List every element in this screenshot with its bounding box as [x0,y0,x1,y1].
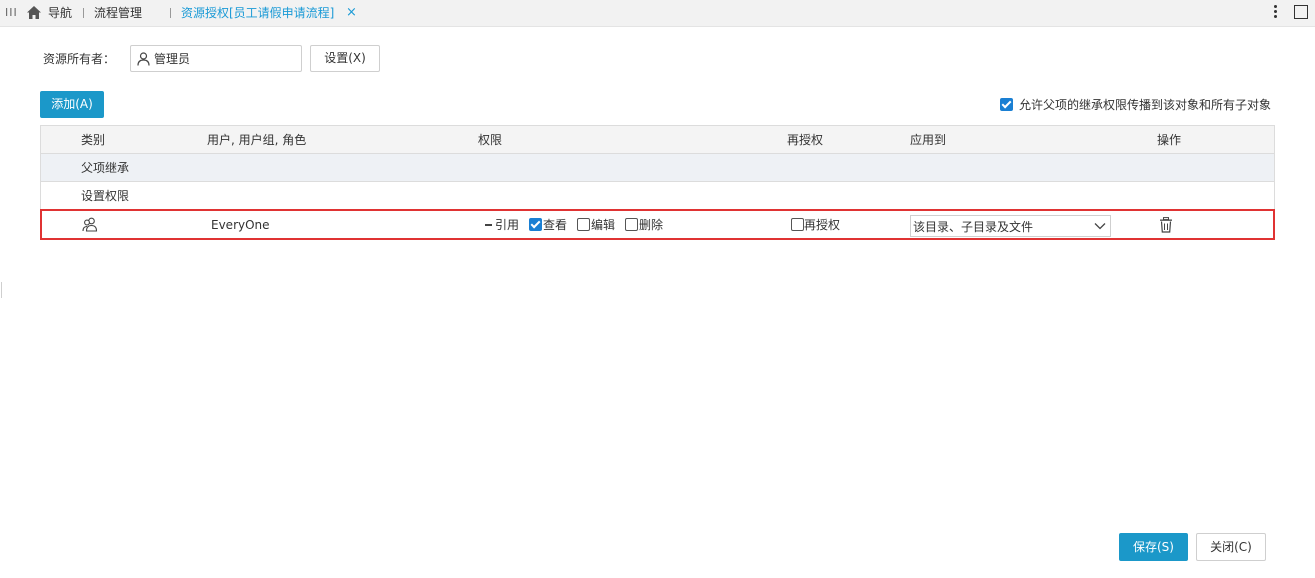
inherit-checkbox[interactable] [1000,98,1013,111]
tab-navigation[interactable]: 导航 [48,0,72,26]
home-icon[interactable] [26,5,42,20]
close-button[interactable]: 关闭(C) [1196,533,1266,561]
header-users: 用户, 用户组, 角色 [207,133,307,147]
menu-icon[interactable]: III [5,0,18,26]
row-permissions: 引用 查看 编辑 删除 [485,211,673,238]
permission-quote[interactable]: 引用 [485,216,519,233]
tab-separator [83,8,84,18]
row-type [82,211,98,238]
header-permission: 权限 [478,133,503,147]
window-restore-icon[interactable] [1294,5,1308,19]
set-owner-button[interactable]: 设置(X) [310,45,380,72]
permission-edit[interactable]: 编辑 [577,216,615,233]
row-user: EveryOne [211,217,270,232]
user-group-icon [82,217,98,232]
inherit-label: 允许父项的继承权限传播到该对象和所有子对象 [1019,98,1272,112]
resize-handle[interactable] [1,282,2,298]
save-button[interactable]: 保存(S) [1119,533,1188,561]
chevron-down-icon [1094,223,1106,230]
permission-edit-label: 编辑 [591,218,616,232]
group-inherited-label: 父项继承 [81,161,130,175]
table-row: EveryOne 引用 查看 编辑 删除 再授权 该目录、子目录及文件 [40,209,1275,240]
permission-view[interactable]: 查看 [529,216,567,233]
quote-dash-icon [485,223,492,226]
owner-label: 资源所有者： [43,52,116,66]
apply-to-select[interactable]: 该目录、子目录及文件 [910,215,1111,237]
table-header: 类别 用户, 用户组, 角色 权限 再授权 应用到 操作 [40,125,1275,154]
tab-bar: III 导航 流程管理 资源授权[员工请假申请流程] × [0,0,1315,27]
tab-close-icon[interactable]: × [346,0,357,26]
owner-value: 管理员 [154,52,191,66]
group-set-permissions: 设置权限 [40,182,1275,210]
view-checkbox[interactable] [529,218,543,231]
permission-delete[interactable]: 删除 [625,216,663,233]
row-regrant[interactable]: 再授权 [791,211,840,238]
more-options-icon[interactable] [1270,3,1280,21]
apply-to-value: 该目录、子目录及文件 [913,220,1034,234]
header-regrant: 再授权 [787,133,824,147]
inherit-permission-option: 允许父项的继承权限传播到该对象和所有子对象 [1000,97,1271,113]
group-set-permissions-label: 设置权限 [81,189,130,203]
edit-checkbox[interactable] [577,218,591,231]
header-type: 类别 [81,133,106,147]
tab-flow-management[interactable]: 流程管理 [94,0,142,26]
permission-delete-label: 删除 [639,218,664,232]
permission-view-label: 查看 [543,218,568,232]
permission-quote-label: 引用 [495,218,520,232]
tab-resource-authorization[interactable]: 资源授权[员工请假申请流程] [181,0,334,26]
trash-icon[interactable] [1159,217,1173,233]
header-apply-to: 应用到 [910,133,947,147]
tab-separator [170,8,171,18]
owner-field[interactable]: 管理员 [130,45,302,72]
add-button[interactable]: 添加(A) [40,91,104,118]
delete-checkbox[interactable] [625,218,639,231]
regrant-checkbox[interactable] [791,218,804,231]
group-inherited: 父项继承 [40,154,1275,182]
header-action: 操作 [1157,133,1182,147]
regrant-label: 再授权 [804,218,841,232]
user-icon [137,52,150,66]
